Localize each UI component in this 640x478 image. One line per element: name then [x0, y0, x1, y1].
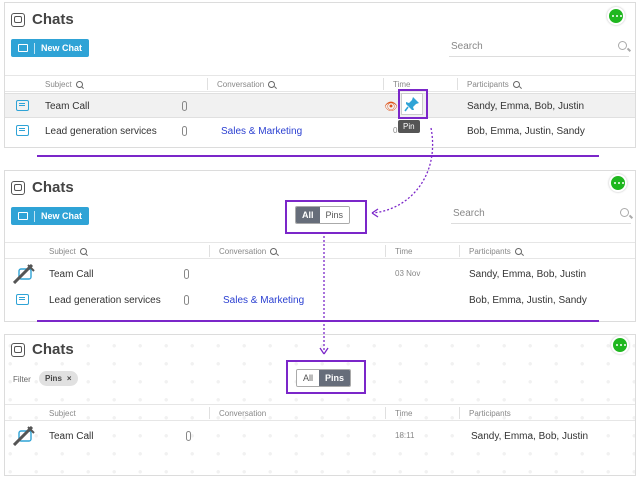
column-participants[interactable]: Participants [467, 80, 520, 89]
row-participants: Sandy, Emma, Bob, Justin [467, 101, 585, 112]
table-row[interactable]: Lead generation services Sales & Marketi… [5, 288, 635, 313]
toggle-highlight [286, 360, 366, 394]
column-time[interactable]: Time [395, 409, 412, 418]
chats-panel-filtered: Chats Filter Pins × All Pins Subject Con… [4, 334, 636, 476]
column-conversation[interactable]: Conversation [219, 409, 266, 418]
close-icon[interactable]: × [67, 374, 72, 383]
row-subject: Lead generation services [49, 295, 161, 306]
chats-logo-icon [11, 180, 25, 195]
eye-icon[interactable]: 👁 [384, 100, 398, 113]
search-icon[interactable] [620, 208, 629, 217]
table-row[interactable]: Team Call 03 Nov Sandy, Emma, Bob, Justi… [5, 262, 635, 287]
row-subject: Team Call [49, 431, 94, 442]
chat-bubble-icon [16, 294, 29, 305]
search-icon[interactable] [79, 248, 87, 255]
search-icon[interactable] [512, 81, 520, 88]
row-subject: Team Call [49, 269, 94, 280]
table-header: Subject Conversation Time Participants [5, 242, 635, 259]
search-icon[interactable] [268, 81, 276, 88]
search-icon[interactable] [514, 248, 522, 255]
chats-header: Chats [11, 11, 74, 28]
row-time: 0 [393, 126, 398, 135]
row-conversation[interactable]: Sales & Marketing [221, 126, 302, 137]
row-time: 03 Nov [395, 269, 421, 278]
column-subject[interactable]: Subject [49, 409, 76, 418]
pin-tooltip: Pin [398, 120, 420, 133]
column-time[interactable]: Time [395, 247, 412, 256]
chat-bubble-icon [16, 125, 29, 136]
paperclip-icon [184, 295, 189, 305]
divider [37, 320, 599, 322]
chats-header: Chats [11, 341, 74, 358]
table-row[interactable]: Lead generation services Sales & Marketi… [5, 119, 635, 144]
row-time: 18:11 [395, 431, 415, 440]
chats-logo-icon [11, 12, 25, 27]
pin-highlight [398, 89, 428, 119]
row-subject: Team Call [45, 101, 90, 112]
pinned-chat-icon [13, 426, 35, 446]
search-icon[interactable] [270, 248, 278, 255]
column-conversation[interactable]: Conversation [219, 247, 278, 256]
column-time[interactable]: Time [393, 80, 410, 89]
search-placeholder: Search [451, 41, 483, 52]
search-input[interactable]: Search [451, 208, 631, 224]
divider [37, 155, 599, 157]
filter-chip-label: Pins [45, 374, 62, 383]
row-participants: Sandy, Emma, Bob, Justin [469, 269, 587, 280]
paperclip-icon [186, 431, 191, 441]
new-chat-label: New Chat [41, 211, 83, 221]
table-row[interactable]: Team Call Sandy, Emma, Bob, Justin [5, 93, 635, 118]
search-icon[interactable] [75, 81, 83, 88]
paperclip-icon [182, 101, 187, 111]
filter-label: Filter [13, 375, 31, 384]
filter-chip-pins[interactable]: Pins × [39, 371, 78, 386]
new-chat-button[interactable]: New Chat [11, 207, 90, 225]
chat-bubble-icon [18, 212, 28, 220]
row-participants: Bob, Emma, Justin, Sandy [469, 295, 587, 306]
row-participants: Sandy, Emma, Bob, Justin [471, 431, 589, 442]
chat-bubble-icon [16, 100, 29, 111]
messages-badge-icon[interactable] [607, 7, 625, 25]
chat-bubble-icon [18, 44, 28, 52]
new-chat-button[interactable]: New Chat [11, 39, 90, 57]
search-icon[interactable] [618, 41, 627, 50]
row-subject: Lead generation services [45, 126, 157, 137]
row-participants: Bob, Emma, Justin, Sandy [467, 126, 585, 137]
page-title: Chats [32, 11, 74, 28]
page-title: Chats [32, 179, 74, 196]
search-input[interactable]: Search [449, 41, 629, 57]
chats-logo-icon [11, 342, 25, 357]
page-title: Chats [32, 341, 74, 358]
column-subject[interactable]: Subject [49, 247, 87, 256]
paperclip-icon [182, 126, 187, 136]
chats-panel-toggle: Chats New Chat All Pins Search Subject C… [4, 170, 636, 322]
column-conversation[interactable]: Conversation [217, 80, 276, 89]
pinned-chat-icon [13, 264, 35, 284]
search-placeholder: Search [453, 208, 485, 219]
column-participants[interactable]: Participants [469, 409, 511, 418]
messages-badge-icon[interactable] [609, 174, 627, 192]
chats-panel-default: Chats New Chat Search Subject Conversati… [4, 2, 636, 148]
paperclip-icon [184, 269, 189, 279]
messages-badge-icon[interactable] [611, 336, 629, 354]
chats-header: Chats [11, 179, 74, 196]
column-participants[interactable]: Participants [469, 247, 522, 256]
new-chat-label: New Chat [41, 43, 83, 53]
column-subject[interactable]: Subject [45, 80, 83, 89]
table-header: Subject Conversation Time Participants [5, 404, 635, 421]
table-header: Subject Conversation Time Participants [5, 75, 635, 92]
toggle-highlight [285, 200, 367, 234]
table-row[interactable]: Team Call 18:11 Sandy, Emma, Bob, Justin [5, 424, 635, 449]
row-conversation[interactable]: Sales & Marketing [223, 295, 304, 306]
